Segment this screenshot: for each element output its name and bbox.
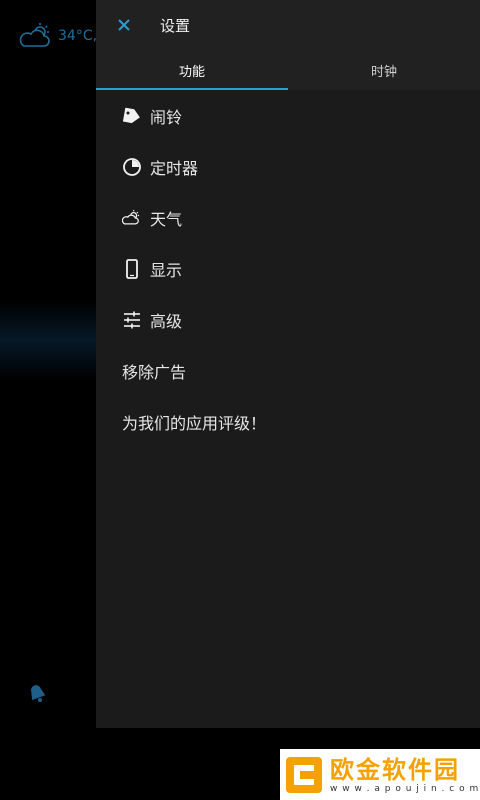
weather-widget[interactable]: 34°C, [18, 22, 97, 50]
menu-item-alarm[interactable]: 闹铃 [96, 90, 480, 141]
menu-item-label: 高级 [150, 311, 183, 331]
alarm-bell-icon[interactable] [26, 682, 48, 708]
menu-item-display[interactable]: 显示 [96, 243, 480, 294]
alarm-tag-icon [122, 106, 142, 126]
menu-item-timer[interactable]: 定时器 [96, 141, 480, 192]
menu-item-label: 天气 [150, 209, 183, 229]
sliders-icon [122, 310, 142, 330]
menu-item-label: 定时器 [150, 158, 199, 178]
watermark-logo-icon [286, 756, 322, 793]
tab-features[interactable]: 功能 [96, 50, 288, 90]
weather-icon [122, 208, 142, 228]
menu-item-label: 显示 [150, 260, 183, 280]
menu-item-label: 闹铃 [150, 107, 183, 127]
menu-item-rate-app[interactable]: 为我们的应用评级！ [96, 396, 480, 447]
menu-item-label: 移除广告 [122, 362, 187, 382]
drawer-title: 设置 [160, 16, 191, 35]
close-button[interactable] [96, 0, 152, 50]
settings-drawer: 设置 功能 时钟 闹铃 定时器 天气 显示 高级 移除广告 为我们的应用评级！ [96, 0, 480, 728]
watermark: 欧金软件园 w w w . a p o u j i n . c o m [280, 749, 480, 800]
menu-item-advanced[interactable]: 高级 [96, 294, 480, 345]
settings-menu: 闹铃 定时器 天气 显示 高级 移除广告 为我们的应用评级！ [96, 90, 480, 447]
timer-icon [122, 157, 142, 177]
cloud-sun-icon [18, 22, 54, 50]
tab-bar: 功能 时钟 [96, 50, 480, 90]
menu-item-label: 为我们的应用评级！ [122, 413, 267, 433]
drawer-header: 设置 [96, 0, 480, 50]
menu-item-weather[interactable]: 天气 [96, 192, 480, 243]
watermark-url: w w w . a p o u j i n . c o m [330, 783, 480, 794]
menu-item-remove-ads[interactable]: 移除广告 [96, 345, 480, 396]
watermark-name: 欧金软件园 [330, 755, 460, 784]
temperature-text: 34°C, [58, 28, 98, 44]
close-icon [118, 16, 130, 35]
phone-icon [122, 258, 142, 279]
tab-clock[interactable]: 时钟 [288, 50, 480, 90]
